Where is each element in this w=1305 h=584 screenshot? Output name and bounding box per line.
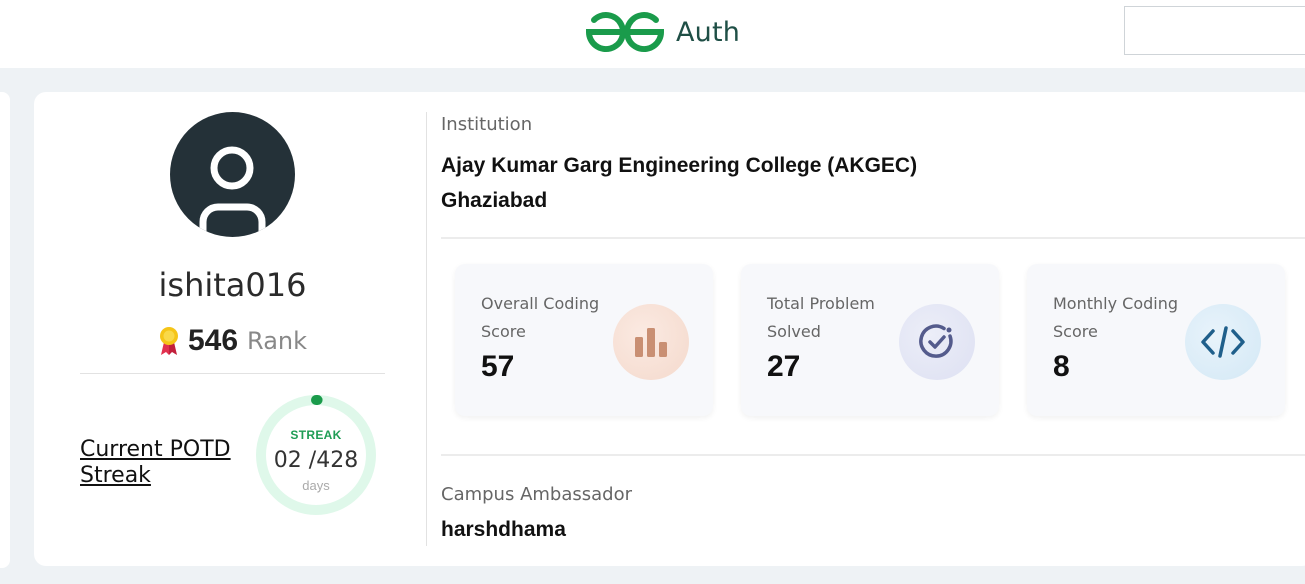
divider [80, 373, 385, 374]
institution-name[interactable]: Ajay Kumar Garg Engineering College (AKG… [441, 148, 917, 218]
brand[interactable]: Auth [586, 10, 740, 54]
code-icon [1185, 304, 1261, 380]
institution-label: Institution [441, 114, 533, 135]
stat-value: 8 [1053, 350, 1070, 383]
monthly-coding-score-card: Monthly Coding Score 8 [1027, 264, 1285, 416]
username: ishita016 [158, 266, 307, 304]
rank-label: Rank [247, 327, 308, 355]
institution-name-line2: Ghaziabad [441, 189, 548, 212]
medal-icon [159, 327, 178, 355]
potd-link-line1: Current POTD [80, 437, 231, 462]
divider [441, 237, 1305, 239]
streak-unit: days [302, 478, 330, 493]
potd-link-line2: Streak [80, 463, 151, 488]
rank-row: 546 Rank [80, 324, 385, 358]
stat-label: Total Problem Solved [767, 294, 875, 341]
current-potd-streak-link[interactable]: Current POTD Streak [80, 437, 231, 489]
campus-ambassador-name[interactable]: harshdhama [441, 518, 566, 542]
rank-value: 546 [187, 324, 239, 357]
gfg-logo-icon [586, 12, 664, 53]
stat-label: Overall Coding Score [481, 294, 600, 341]
stat-value: 57 [481, 350, 515, 383]
campus-ambassador-label: Campus Ambassador [441, 484, 632, 505]
search-input[interactable] [1124, 6, 1305, 55]
stat-value: 27 [767, 350, 801, 383]
streak-counter: STREAK 02 /428 days [255, 394, 377, 516]
stat-label: Monthly Coding Score [1053, 294, 1179, 341]
vertical-divider [426, 112, 427, 546]
streak-count: 02 /428 [273, 448, 359, 473]
total-problem-solved-card: Total Problem Solved 27 [741, 264, 999, 416]
brand-name: Auth [676, 16, 741, 48]
user-icon [199, 146, 266, 237]
divider [441, 454, 1305, 456]
institution-name-line1: Ajay Kumar Garg Engineering College (AKG… [441, 154, 918, 177]
overall-coding-score-card: Overall Coding Score 57 [455, 264, 713, 416]
avatar [170, 112, 295, 237]
top-navbar: Auth [0, 0, 1305, 68]
check-circle-icon [899, 304, 975, 380]
profile-card: ishita016 546 Rank Current POTD Streak S… [34, 92, 1305, 566]
bar-chart-icon [613, 304, 689, 380]
streak-label: STREAK [290, 428, 342, 442]
side-panel-edge [0, 92, 10, 568]
